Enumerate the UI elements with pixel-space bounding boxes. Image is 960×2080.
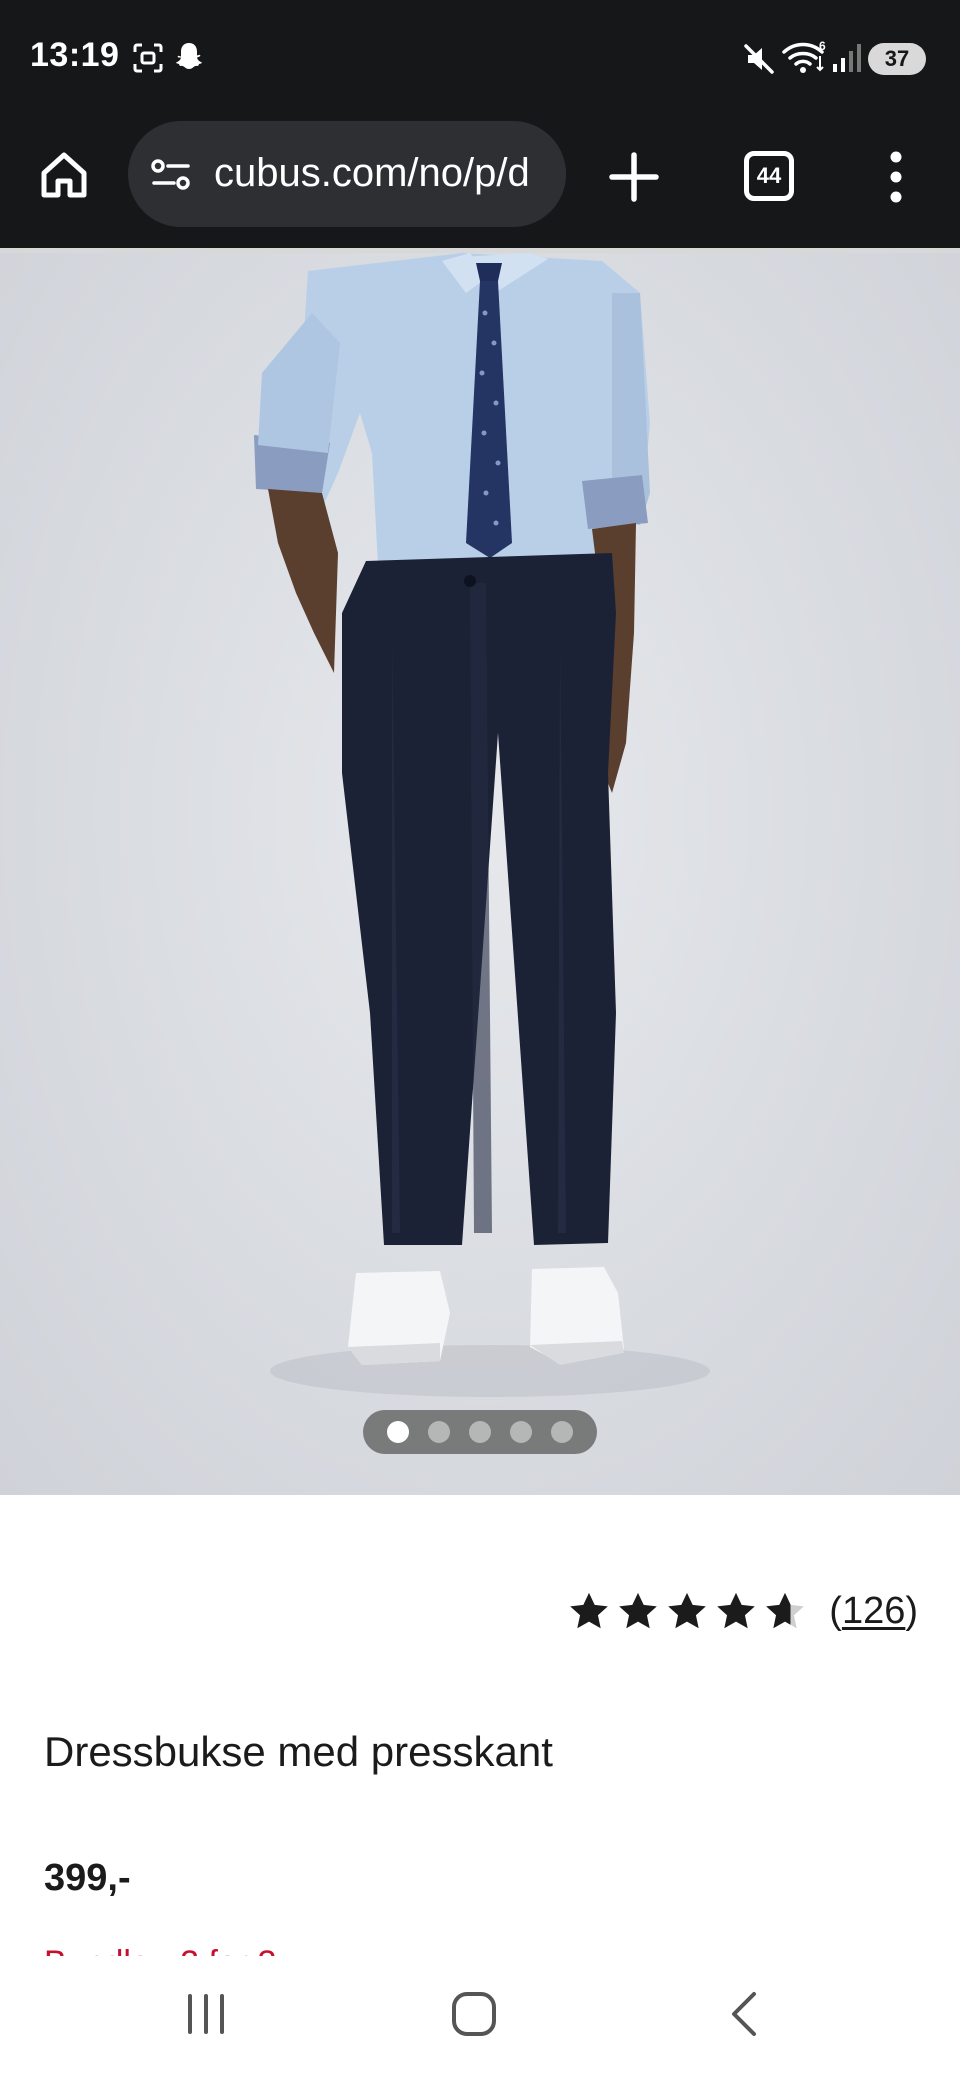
- wifi-badge: 6: [819, 40, 826, 53]
- review-count-number[interactable]: 126: [842, 1590, 905, 1632]
- carousel-dot[interactable]: [510, 1421, 532, 1443]
- new-tab-plus-icon[interactable]: [606, 149, 662, 205]
- site-settings-icon[interactable]: [150, 157, 192, 193]
- carousel-dot[interactable]: [469, 1421, 491, 1443]
- promo-label[interactable]: Bundle - 2 for 3: [44, 1940, 276, 1956]
- wifi-icon: 6: [782, 40, 826, 73]
- snapchat-icon: [176, 43, 202, 69]
- product-photo: [254, 253, 710, 1397]
- promo-text[interactable]: Bundle - 2 for 3: [44, 1940, 276, 1956]
- url-text[interactable]: cubus.com/no/p/d: [214, 151, 530, 196]
- browser-toolbar: cubus.com/no/p/d 44: [0, 115, 960, 248]
- star-full-icon: [570, 1592, 609, 1628]
- recent-apps-icon[interactable]: [184, 1990, 228, 2038]
- more-menu-icon[interactable]: [876, 149, 916, 205]
- review-count-link[interactable]: (126): [829, 1590, 918, 1633]
- star-full-icon: [619, 1592, 658, 1628]
- battery-indicator: 37: [868, 43, 926, 75]
- rating-stars: [567, 1591, 807, 1633]
- url-fade: [542, 121, 566, 227]
- carousel-dot[interactable]: [428, 1421, 450, 1443]
- status-time: 13:19: [30, 36, 120, 74]
- star-full-icon: [717, 1592, 756, 1628]
- system-nav-bar: [0, 1956, 960, 2080]
- screenshot-icon: [133, 43, 163, 73]
- product-price: 399,-: [44, 1857, 131, 1899]
- url-bar[interactable]: cubus.com/no/p/d: [128, 121, 566, 227]
- product-image-gallery[interactable]: [0, 253, 960, 1495]
- image-carousel-dots[interactable]: [363, 1410, 597, 1454]
- status-bar: 13:19 6 37: [0, 0, 960, 115]
- product-title: Dressbukse med presskant: [44, 1728, 553, 1775]
- tab-switcher-button[interactable]: 44: [744, 151, 794, 201]
- home-button-icon[interactable]: [450, 1990, 498, 2038]
- star-half-icon: [766, 1592, 805, 1628]
- carousel-dot[interactable]: [551, 1421, 573, 1443]
- back-icon[interactable]: [726, 1990, 762, 2038]
- carousel-dot[interactable]: [387, 1421, 409, 1443]
- signal-icon: [833, 44, 861, 72]
- mute-icon: [744, 44, 774, 74]
- star-full-icon: [668, 1592, 707, 1628]
- home-icon[interactable]: [36, 147, 92, 203]
- product-rating[interactable]: (126): [567, 1590, 918, 1633]
